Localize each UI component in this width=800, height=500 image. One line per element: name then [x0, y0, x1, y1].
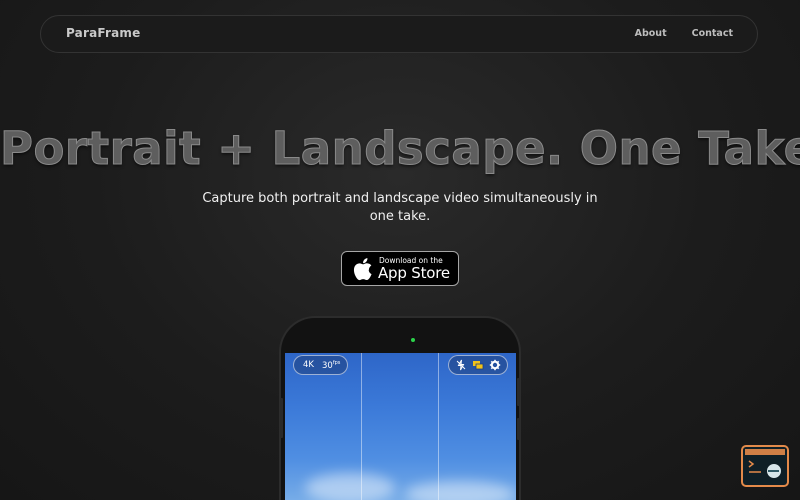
app-store-label: App Store — [378, 264, 450, 282]
top-nav: ParaFrame About Contact — [40, 15, 758, 53]
cloud — [305, 473, 395, 500]
flash-off-icon[interactable] — [455, 359, 467, 371]
camera-indicator-light — [411, 338, 415, 342]
hero-subtitle: Capture both portrait and landscape vide… — [202, 191, 598, 224]
hero-title: Portrait + Landscape. One Take — [0, 122, 800, 176]
controls-pill — [448, 355, 508, 375]
apple-icon — [353, 258, 372, 281]
nav-links: About Contact — [635, 28, 733, 39]
page: ParaFrame About Contact Portrait + Lands… — [0, 0, 800, 500]
cloud — [405, 481, 515, 500]
fps-label: 30fps — [321, 359, 341, 371]
phone-side-button — [517, 378, 520, 406]
nav-link-contact[interactable]: Contact — [692, 28, 733, 39]
phone-side-button — [280, 398, 283, 438]
console-search-icon — [745, 449, 786, 484]
camera-viewfinder[interactable]: 4K 30fps — [285, 353, 516, 500]
grid-line — [438, 353, 439, 500]
grid-line — [361, 353, 362, 500]
resolution-label: 4K — [303, 360, 314, 370]
phone-side-button — [517, 418, 520, 440]
gear-icon[interactable] — [489, 359, 501, 371]
dual-frame-icon[interactable] — [472, 359, 484, 371]
app-store-button[interactable]: Download on the App Store — [341, 251, 459, 286]
brand-logo[interactable]: ParaFrame — [66, 26, 140, 40]
nav-link-about[interactable]: About — [635, 28, 667, 39]
format-pill[interactable]: 4K 30fps — [293, 355, 348, 375]
floating-console-widget[interactable] — [741, 445, 789, 487]
